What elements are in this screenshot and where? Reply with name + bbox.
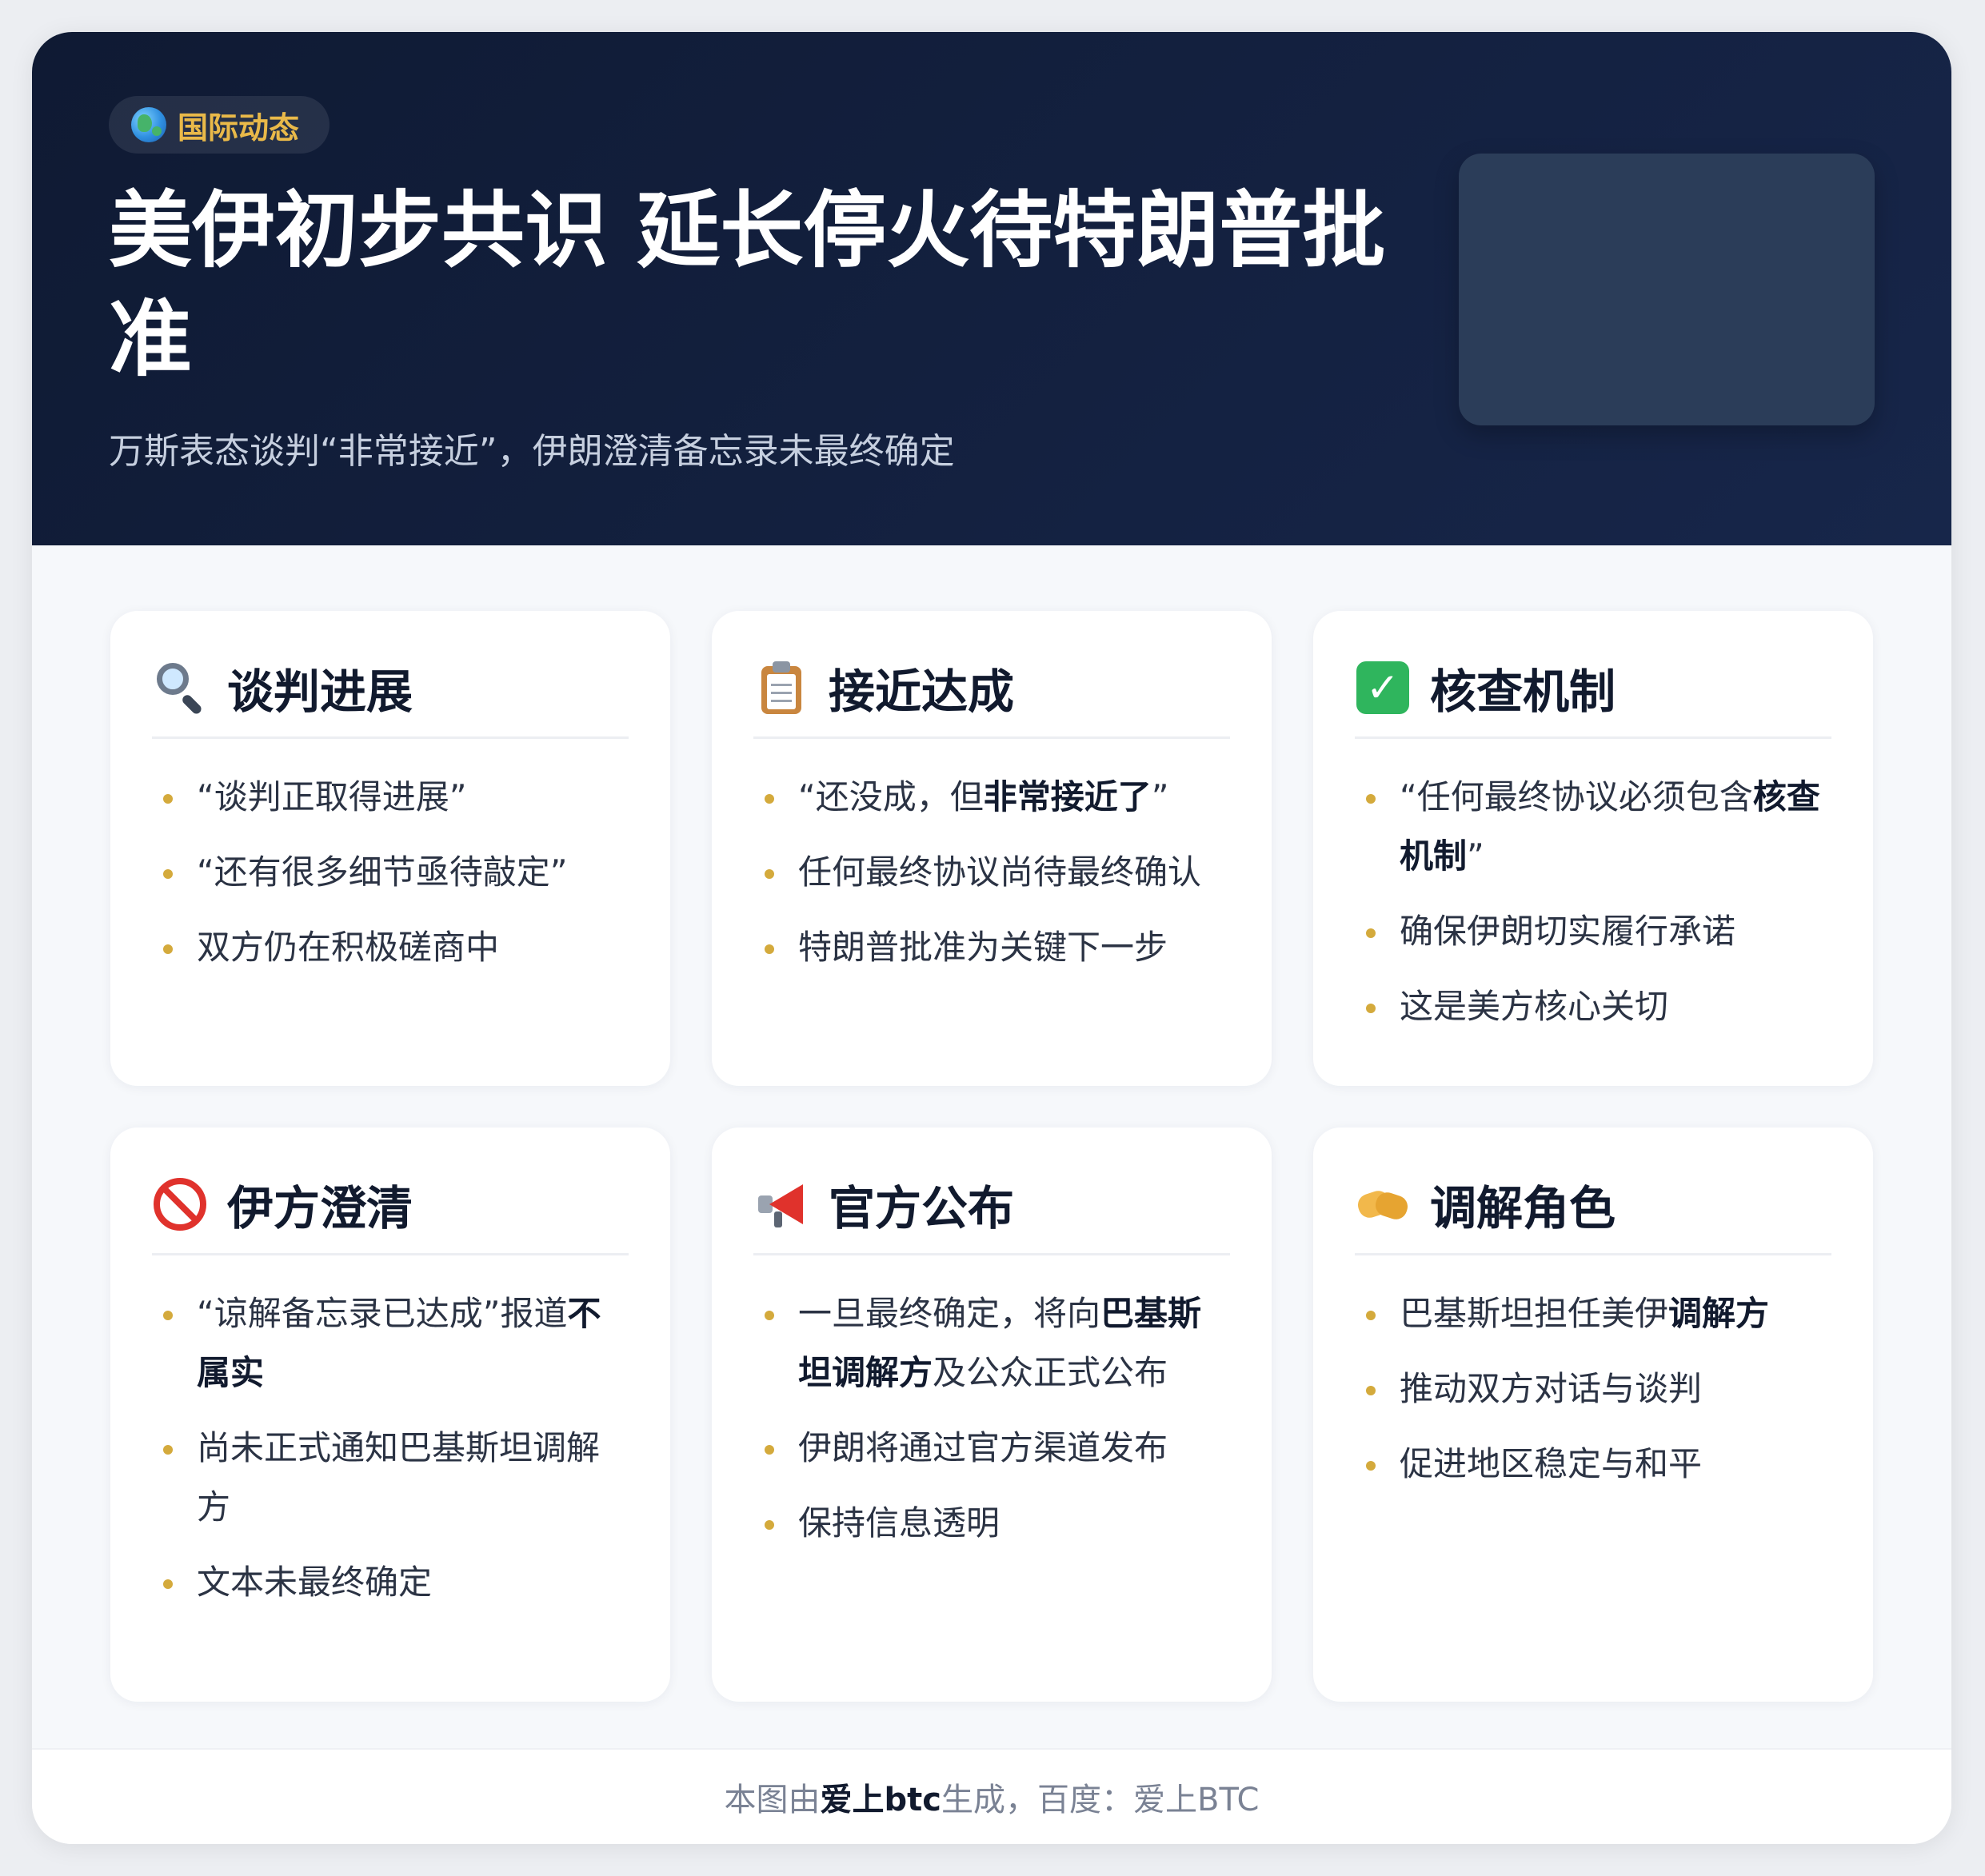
header-banner: 国际动态 美伊初步共识 延长停火待特朗普批准 万斯表态谈判“非常接近”，伊朗澄清… xyxy=(32,32,1951,545)
bullet-item: 这是美方核心关切 xyxy=(1355,977,1831,1036)
text-run: 及公众正式公布 xyxy=(933,1353,1168,1392)
text-run: 任何最终协议尚待最终确认 xyxy=(798,852,1202,892)
bullet-item: 推动双方对话与谈判 xyxy=(1355,1359,1831,1419)
card-bullet-list: 一旦最终确定，将向巴基斯坦调解方及公众正式公布伊朗将通过官方渠道发布 保持信息透明 xyxy=(753,1255,1230,1553)
text-run: 本图由 xyxy=(724,1782,821,1818)
no-entry-icon xyxy=(152,1176,208,1232)
bullet-item: “谈判正取得进展” xyxy=(152,768,629,827)
text-run: 伊朗将通过官方渠道发布 xyxy=(798,1428,1168,1467)
card-verification: ✓ 核查机制 “任何最终协议必须包含核查机制” 确保伊朗切实履行承诺 这是美方核心关… xyxy=(1313,611,1873,1086)
bold-text: 非常接近了 xyxy=(983,777,1152,816)
bullet-item: 促进地区稳定与和平 xyxy=(1355,1435,1831,1494)
footer-credit: 本图由爱上btc生成，百度：爱上BTC xyxy=(32,1748,1951,1844)
text-run: 促进地区稳定与和平 xyxy=(1400,1444,1703,1483)
text-run: “谈判正取得进展” xyxy=(197,777,467,816)
bullet-item: 尚未正式通知巴基斯坦调解方 xyxy=(152,1419,629,1537)
bullet-item: 任何最终协议尚待最终确认 xyxy=(753,843,1230,902)
bullet-item: “还有很多细节亟待敲定” xyxy=(152,843,629,902)
card-header: 接近达成 xyxy=(753,653,1230,739)
globe-icon xyxy=(131,107,166,142)
handshake-icon xyxy=(1355,1176,1411,1232)
text-run: 特朗普批准为关键下一步 xyxy=(798,928,1168,967)
card-bullet-list: “谅解备忘录已达成”报道不属实尚未正式通知巴基斯坦调解方文本未最终确定 xyxy=(152,1255,629,1612)
card-official-announcement: 官方公布 一旦最终确定，将向巴基斯坦调解方及公众正式公布伊朗将通过官方渠道发布保… xyxy=(712,1128,1272,1702)
text-run: 巴基斯坦担任美伊 xyxy=(1400,1294,1669,1333)
text-run: 生成，百度：爱上BTC xyxy=(941,1782,1260,1818)
bullet-item: 一旦最终确定，将向巴基斯坦调解方及公众正式公布 xyxy=(753,1284,1230,1403)
card-bullet-list: “谈判正取得进展” “还有很多细节亟待敲定” 双方仍在积极磋商中 xyxy=(152,739,629,977)
card-bullet-list: 巴基斯坦担任美伊调解方推动双方对话与谈判 促进地区稳定与和平 xyxy=(1355,1255,1831,1494)
bullet-item: 双方仍在积极磋商中 xyxy=(152,918,629,977)
bullet-item: 伊朗将通过官方渠道发布 xyxy=(753,1419,1230,1478)
text-run: 尚未正式通知巴基斯坦调解方 xyxy=(197,1428,601,1527)
check-icon: ✓ xyxy=(1355,660,1411,716)
bold-text: 爱上btc xyxy=(820,1782,941,1818)
card-title: 伊方澄清 xyxy=(227,1180,413,1235)
bullet-item: “谅解备忘录已达成”报道不属实 xyxy=(152,1284,629,1403)
bullet-item: 特朗普批准为关键下一步 xyxy=(753,918,1230,977)
page-subtitle: 万斯表态谈判“非常接近”，伊朗澄清备忘录未最终确定 xyxy=(109,431,955,472)
text-run: “谅解备忘录已达成”报道 xyxy=(197,1294,568,1333)
text-run: 文本未最终确定 xyxy=(197,1563,433,1602)
card-iran-clarification: 伊方澄清 “谅解备忘录已达成”报道不属实尚未正式通知巴基斯坦调解方文本未最终确定 xyxy=(110,1128,670,1702)
card-title: 核查机制 xyxy=(1430,664,1616,719)
card-title: 接近达成 xyxy=(829,664,1015,719)
text-run: 保持信息透明 xyxy=(798,1503,1000,1543)
card-near-agreement: 接近达成 “还没成，但非常接近了” 任何最终协议尚待最终确认 特朗普批准为关键下一步 xyxy=(712,611,1272,1086)
text-run: 推动双方对话与谈判 xyxy=(1400,1369,1703,1408)
text-run: 这是美方核心关切 xyxy=(1400,987,1669,1026)
megaphone-icon xyxy=(753,1176,809,1232)
card-negotiation-progress: 谈判进展 “谈判正取得进展” “还有很多细节亟待敲定” 双方仍在积极磋商中 xyxy=(110,611,670,1086)
page-title: 美伊初步共识 延长停火待特朗普批准 xyxy=(109,182,1386,388)
category-tag: 国际动态 xyxy=(109,96,330,154)
text-run: 确保伊朗切实履行承诺 xyxy=(1400,912,1736,951)
infographic-page: 国际动态 美伊初步共识 延长停火待特朗普批准 万斯表态谈判“非常接近”，伊朗澄清… xyxy=(32,32,1951,1844)
text-run: ” xyxy=(1467,836,1484,876)
bullet-item: 文本未最终确定 xyxy=(152,1553,629,1612)
bullet-item: 巴基斯坦担任美伊调解方 xyxy=(1355,1284,1831,1343)
text-run: 一旦最终确定，将向 xyxy=(798,1294,1101,1333)
bullet-item: 保持信息透明 xyxy=(753,1494,1230,1553)
header-image-placeholder xyxy=(1459,154,1875,425)
card-title: 调解角色 xyxy=(1430,1180,1616,1235)
card-title: 谈判进展 xyxy=(227,664,413,719)
bold-text: 调解方 xyxy=(1668,1294,1770,1333)
text-run: ” xyxy=(1151,777,1169,816)
card-header: ✓ 核查机制 xyxy=(1355,653,1831,739)
text-run: “还有很多细节亟待敲定” xyxy=(197,852,568,892)
card-mediator-role: 调解角色 巴基斯坦担任美伊调解方推动双方对话与谈判 促进地区稳定与和平 xyxy=(1313,1128,1873,1702)
text-run: “还没成，但 xyxy=(798,777,984,816)
bullet-item: “还没成，但非常接近了” xyxy=(753,768,1230,827)
card-bullet-list: “任何最终协议必须包含核查机制” 确保伊朗切实履行承诺 这是美方核心关切 xyxy=(1355,739,1831,1036)
category-tag-label: 国际动态 xyxy=(178,110,300,146)
bullet-item: 确保伊朗切实履行承诺 xyxy=(1355,902,1831,961)
card-bullet-list: “还没成，但非常接近了” 任何最终协议尚待最终确认 特朗普批准为关键下一步 xyxy=(753,739,1230,977)
card-header: 官方公布 xyxy=(753,1169,1230,1255)
magnifier-icon xyxy=(152,660,208,716)
clipboard-icon xyxy=(753,660,809,716)
card-header: 伊方澄清 xyxy=(152,1169,629,1255)
bullet-item: “任何最终协议必须包含核查机制” xyxy=(1355,768,1831,886)
text-run: “任何最终协议必须包含 xyxy=(1400,777,1753,816)
footer-text: 本图由爱上btc生成，百度：爱上BTC xyxy=(725,1774,1260,1820)
text-run: 双方仍在积极磋商中 xyxy=(197,928,500,967)
card-header: 谈判进展 xyxy=(152,653,629,739)
card-header: 调解角色 xyxy=(1355,1169,1831,1255)
card-title: 官方公布 xyxy=(829,1180,1015,1235)
